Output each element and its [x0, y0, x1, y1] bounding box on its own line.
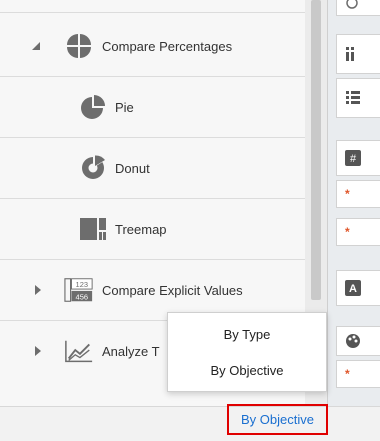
highlight-box: By Objective [227, 404, 328, 435]
by-objective-link[interactable]: By Objective [241, 412, 314, 427]
popup-item-by-objective[interactable]: By Objective [168, 353, 326, 387]
strip-tile[interactable] [336, 34, 380, 74]
svg-text:A: A [349, 283, 357, 295]
required-marker: * [345, 225, 350, 239]
required-field-tile[interactable]: * [336, 218, 380, 246]
pie-quadrant-icon [64, 31, 94, 61]
palette-icon [346, 334, 360, 348]
tile-top-text: 123 [76, 280, 89, 289]
number-tiles-icon: 123 456 [64, 275, 94, 305]
category-label: Compare Explicit Values [102, 282, 243, 298]
columns-icon [346, 47, 354, 61]
treemap-icon [78, 214, 108, 244]
caret-right-icon[interactable] [32, 345, 44, 357]
required-field-tile[interactable]: * [336, 180, 380, 208]
scroll-thumb[interactable] [311, 0, 321, 300]
option-label: Donut [115, 160, 150, 176]
trend-line-icon [64, 336, 94, 366]
category-label: Compare Percentages [102, 38, 233, 54]
pie-chart-icon [78, 92, 108, 122]
category-compare-percentages[interactable]: Compare Percentages [0, 16, 305, 77]
strip-tile[interactable] [336, 78, 380, 118]
strip-tile[interactable] [336, 326, 380, 356]
donut-chart-icon [78, 153, 108, 183]
shape-icon [346, 0, 358, 9]
required-marker: * [345, 367, 350, 381]
sort-mode-popup: By Type By Objective [167, 312, 327, 392]
option-label: Treemap [115, 221, 167, 237]
required-marker: * [345, 187, 350, 201]
right-panel-strip: # * * A * [327, 0, 380, 406]
strip-tile[interactable]: # [336, 140, 380, 176]
svg-text:#: # [350, 153, 357, 165]
caret-down-icon[interactable] [30, 40, 42, 52]
category-label: Analyze T [102, 343, 160, 359]
strip-tile[interactable] [336, 0, 380, 16]
text-icon: A [345, 280, 361, 296]
divider [0, 12, 305, 13]
tile-bottom-text: 456 [76, 292, 89, 301]
popup-item-by-type[interactable]: By Type [168, 317, 326, 351]
chart-option-pie[interactable]: Pie [0, 77, 305, 138]
rows-icon [346, 91, 360, 104]
option-label: Pie [115, 99, 134, 115]
caret-right-icon[interactable] [32, 284, 44, 296]
required-field-tile[interactable]: * [336, 360, 380, 388]
hash-icon: # [345, 150, 361, 166]
strip-tile[interactable]: A [336, 270, 380, 306]
chart-option-treemap[interactable]: Treemap [0, 199, 305, 260]
chart-option-donut[interactable]: Donut [0, 138, 305, 199]
